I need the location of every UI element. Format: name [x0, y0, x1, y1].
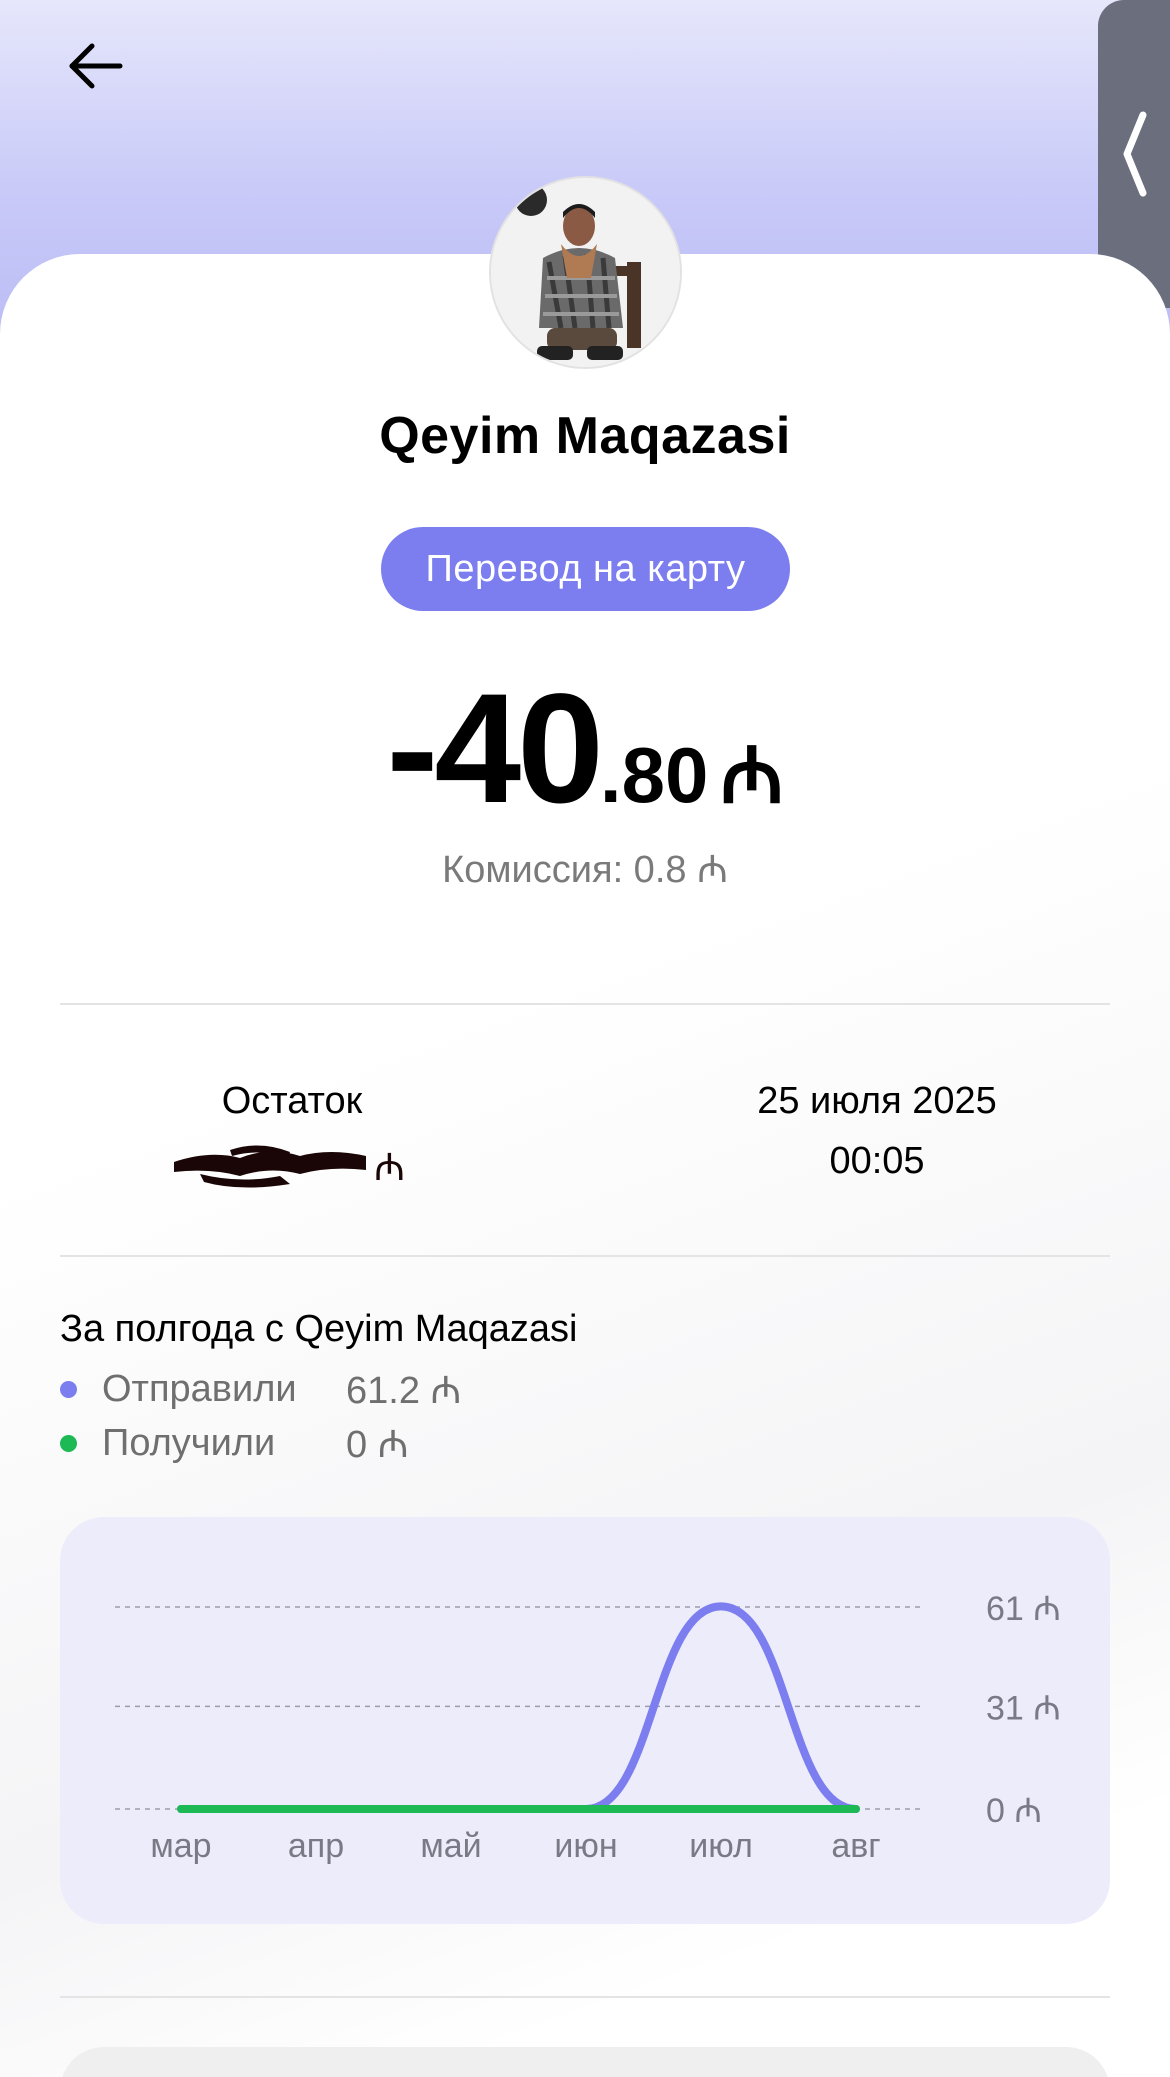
bottom-section-card — [60, 2047, 1110, 2077]
divider — [60, 1996, 1110, 1998]
transactions-chart: 0 ₼ 31 ₼ 61 ₼ мар апр май июн июл авг — [60, 1517, 1110, 1924]
redacted-scribble — [174, 1145, 366, 1188]
arrow-left-icon — [69, 43, 123, 89]
amount-cents: .80 — [599, 731, 709, 819]
legend-received-label: Получили — [102, 1421, 276, 1464]
amount-currency: ₼ — [720, 731, 784, 819]
x-tick-label: мар — [150, 1827, 211, 1865]
y-tick-label: 31 ₼ — [986, 1689, 1061, 1727]
legend-received-value: 0 ₼ — [346, 1424, 409, 1466]
received-dot-icon — [60, 1434, 77, 1452]
legend-sent: Отправили 61.2 ₼ — [60, 1364, 461, 1414]
divider — [60, 1003, 1110, 1005]
x-tick-label: апр — [288, 1827, 344, 1865]
y-tick-label: 61 ₼ — [986, 1590, 1061, 1628]
merchant-avatar — [489, 176, 682, 369]
sent-dot-icon — [60, 1380, 77, 1398]
half-year-summary-title: За полгода с Qeyim Maqazasi — [60, 1308, 578, 1350]
transaction-amount: -40.80 ₼ — [0, 660, 1170, 839]
balance-label: Остаток — [221, 1080, 363, 1122]
amount-main: -40 — [386, 662, 603, 836]
chart-svg: 0 ₼ 31 ₼ 61 ₼ мар апр май июн июл авг — [115, 1590, 1061, 1865]
chevron-left-icon — [1123, 111, 1147, 197]
balance-currency: ₼ — [374, 1147, 405, 1189]
y-tick-label: 0 ₼ — [986, 1792, 1042, 1830]
x-tick-label: июн — [554, 1827, 617, 1865]
divider — [60, 1255, 1110, 1257]
merchant-name: Qeyim Maqazasi — [379, 407, 791, 465]
legend-received: Получили 0 ₼ — [60, 1418, 408, 1468]
transaction-time: 00:05 — [829, 1140, 925, 1182]
x-tick-label: май — [420, 1827, 481, 1865]
legend-sent-label: Отправили — [102, 1367, 297, 1410]
transaction-type-badge[interactable]: Перевод на карту — [381, 527, 790, 611]
transaction-date: 25 июля 2025 — [757, 1080, 997, 1122]
back-button[interactable] — [56, 30, 136, 102]
legend-sent-value: 61.2 ₼ — [346, 1370, 462, 1412]
x-tick-label: июл — [689, 1827, 753, 1865]
x-tick-label: авг — [831, 1827, 880, 1865]
sent-series-line — [177, 1602, 860, 1813]
commission-text: Комиссия: 0.8 ₼ — [442, 849, 728, 891]
